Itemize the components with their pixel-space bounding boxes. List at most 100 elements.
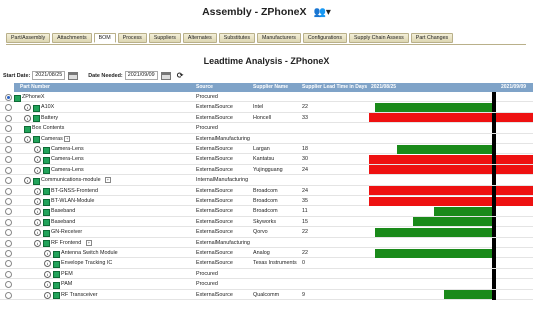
part-number-link[interactable]: BT-WLAN-Module (51, 196, 94, 206)
table-row[interactable]: i Baseband ExternalSource Broadcom 11 (0, 206, 533, 217)
table-row[interactable]: i Antenna Switch Module ExternalSource Anal… (0, 248, 533, 259)
expand-icon[interactable]: + (104, 177, 111, 184)
tab-part-assembly[interactable]: Part/Assembly (6, 33, 51, 43)
table-row[interactable]: i Communications-module + InternalManufactu… (0, 175, 533, 186)
info-icon[interactable]: i (24, 114, 31, 122)
part-number-link[interactable]: Communications-module (41, 175, 101, 185)
table-row[interactable]: i PAM Procured (0, 279, 533, 290)
part-number-link[interactable]: Camera-Lens (51, 154, 84, 164)
row-select-radio[interactable] (5, 187, 12, 195)
row-select-radio[interactable] (5, 94, 12, 101)
row-select-radio[interactable] (5, 104, 12, 112)
table-row[interactable]: i Cameras + ExternalManufacturing (0, 133, 533, 144)
info-icon[interactable]: i (34, 187, 41, 195)
part-number-link[interactable]: BT-GNSS-Frontend (51, 186, 98, 196)
start-calendar-icon[interactable] (68, 71, 79, 80)
info-icon[interactable]: i (34, 218, 41, 226)
info-icon[interactable]: i (44, 270, 51, 278)
tab-manufacturers[interactable]: Manufacturers (257, 33, 301, 43)
table-row[interactable]: i A10X ExternalSource Intel 22 (0, 102, 533, 113)
table-row[interactable]: i BT-GNSS-Frontend ExternalSource Broadcom 2… (0, 185, 533, 196)
info-icon[interactable]: i (44, 250, 51, 257)
part-number-link[interactable]: Envelope Tracking IC (61, 258, 112, 268)
part-number-link[interactable]: PEM (61, 269, 73, 279)
info-icon[interactable]: i (34, 229, 41, 237)
part-number-link[interactable]: Camera-Lens (51, 144, 84, 154)
row-select-radio[interactable] (5, 281, 12, 289)
table-row[interactable]: i Camera-Lens ExternalSource Kantatsu 30 (0, 154, 533, 165)
start-date-input[interactable]: 2021/08/25 (32, 71, 66, 80)
row-select-radio[interactable] (5, 156, 12, 164)
tab-alternates[interactable]: Alternates (182, 33, 217, 43)
row-select-radio[interactable] (5, 166, 12, 174)
tab-suppliers[interactable]: Suppliers (148, 33, 181, 43)
row-select-radio[interactable] (5, 260, 12, 268)
part-number-link[interactable]: Camera-Lens (51, 165, 84, 175)
row-select-radio[interactable] (5, 239, 12, 247)
row-select-radio[interactable] (5, 198, 12, 205)
row-select-radio[interactable] (5, 125, 12, 133)
info-icon[interactable]: i (44, 260, 51, 268)
part-number-link[interactable]: A10X (41, 102, 54, 112)
needed-calendar-icon[interactable] (160, 71, 171, 80)
part-number-link[interactable]: Battery (41, 113, 58, 123)
user-add-icon[interactable]: 👥▾ (313, 7, 330, 18)
info-icon[interactable]: i (34, 239, 41, 247)
tab-substitutes[interactable]: Substitutes (218, 33, 255, 43)
info-icon[interactable]: i (34, 146, 41, 153)
row-select-radio[interactable] (5, 250, 12, 257)
part-number-link[interactable]: Baseband (51, 206, 75, 216)
table-row[interactable]: i PEM Procured (0, 268, 533, 280)
row-select-radio[interactable] (5, 270, 12, 278)
tab-part-changes[interactable]: Part Changes (410, 33, 454, 43)
tab-configurations[interactable]: Configurations (302, 33, 348, 43)
expand-icon[interactable]: + (85, 239, 92, 246)
info-icon[interactable]: i (24, 177, 31, 185)
part-number-link[interactable]: Box Contents (32, 123, 64, 133)
part-number-link[interactable]: Baseband (51, 217, 75, 227)
table-row[interactable]: i Envelope Tracking IC ExternalSource Texas… (0, 258, 533, 269)
part-number-link[interactable]: RF Transceiver (61, 290, 98, 300)
table-row[interactable]: ZPhoneX Procured (0, 92, 533, 103)
table-row[interactable]: i Battery ExternalSource Honcell 33 (0, 112, 533, 124)
tab-supply-chain-assess[interactable]: Supply Chain Assess (349, 33, 409, 43)
table-row[interactable]: i RF Transceiver ExternalSource Qualcomm 9 (0, 289, 533, 300)
expand-icon[interactable]: + (64, 135, 71, 142)
part-number-link[interactable]: ZPhoneX (22, 92, 44, 102)
table-row[interactable]: i Camera-Lens ExternalSource Yujingguang 24 (0, 164, 533, 176)
info-icon[interactable]: i (34, 198, 41, 205)
info-icon[interactable]: i (34, 166, 41, 174)
table-row[interactable]: i Baseband ExternalSource Skyworks 15 (0, 216, 533, 228)
row-select-radio[interactable] (5, 114, 12, 122)
row-select-radio[interactable] (5, 291, 12, 299)
info-icon[interactable]: i (34, 156, 41, 164)
row-select-radio[interactable] (5, 218, 12, 226)
row-select-radio[interactable] (5, 135, 12, 143)
part-icon (43, 208, 50, 216)
tab-attachments[interactable]: Attachments (52, 33, 92, 43)
part-icon (53, 292, 60, 300)
table-row[interactable]: Box Contents Procured (0, 123, 533, 134)
tab-process[interactable]: Process (117, 33, 147, 43)
part-number-link[interactable]: Cameras (41, 134, 63, 144)
info-icon[interactable]: i (44, 291, 51, 299)
info-icon[interactable]: i (34, 208, 41, 216)
part-number-link[interactable]: GN-Receiver (51, 227, 82, 237)
part-number-link[interactable]: PAM (61, 279, 72, 289)
date-needed-input[interactable]: 2021/09/09 (124, 71, 158, 80)
row-select-radio[interactable] (5, 146, 12, 153)
row-select-radio[interactable] (5, 229, 12, 237)
refresh-icon[interactable]: ⟳ (177, 71, 184, 80)
table-row[interactable]: i RF Frontend + ExternalManufacturing (0, 237, 533, 248)
tab-bom[interactable]: BOM (93, 33, 116, 43)
part-number-link[interactable]: RF Frontend (51, 238, 81, 248)
row-select-radio[interactable] (5, 208, 12, 216)
row-select-radio[interactable] (5, 177, 12, 185)
info-icon[interactable]: i (24, 135, 31, 143)
table-row[interactable]: i GN-Receiver ExternalSource Qorvo 22 (0, 227, 533, 238)
info-icon[interactable]: i (24, 104, 31, 112)
table-row[interactable]: i Camera-Lens ExternalSource Largan 18 (0, 144, 533, 155)
info-icon[interactable]: i (44, 281, 51, 289)
part-number-link[interactable]: Antenna Switch Module (61, 248, 118, 258)
table-row[interactable]: i BT-WLAN-Module ExternalSource Broadcom 35 (0, 196, 533, 207)
